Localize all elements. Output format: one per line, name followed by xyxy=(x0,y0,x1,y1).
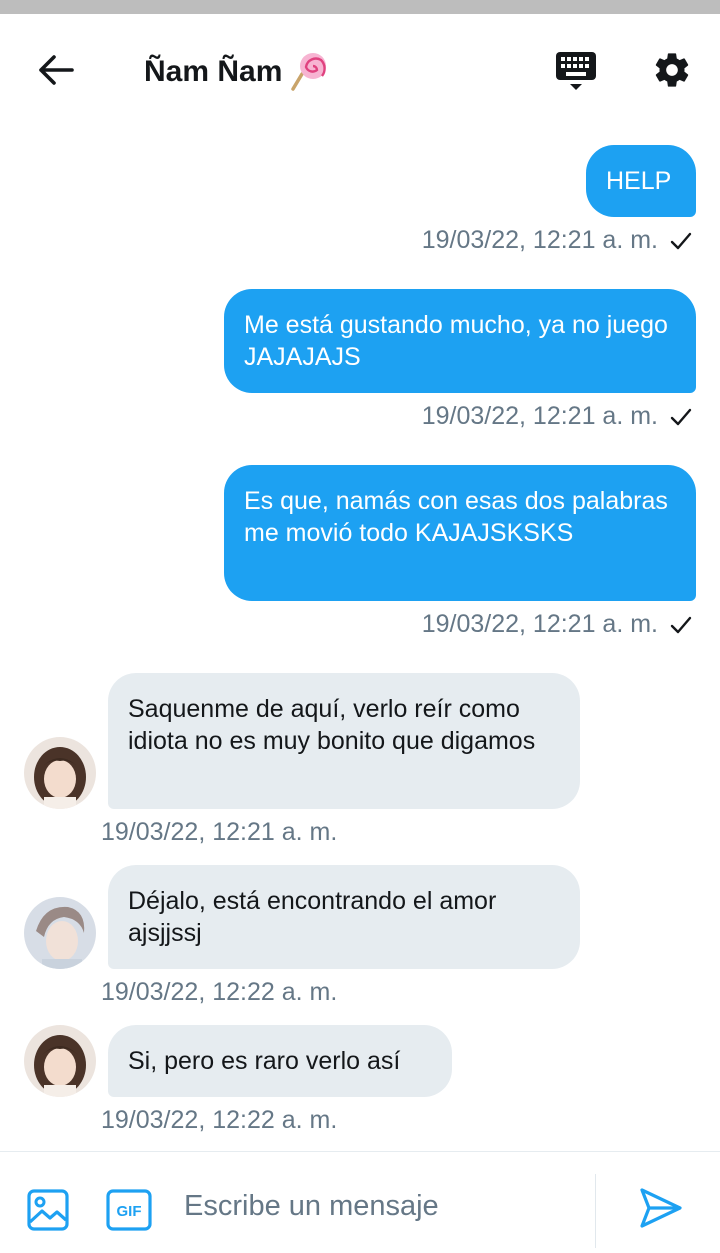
check-icon xyxy=(670,232,692,249)
avatar[interactable] xyxy=(24,737,96,809)
add-media-button[interactable] xyxy=(26,1188,70,1232)
avatar[interactable] xyxy=(24,897,96,969)
send-button[interactable] xyxy=(638,1186,688,1232)
message-text: Es que, namás con esas dos palabras me m… xyxy=(244,487,668,547)
message-input[interactable]: Escribe un mensaje xyxy=(184,1190,439,1223)
message-bubble-sent[interactable]: HELP xyxy=(586,145,696,217)
status-bar xyxy=(0,0,720,14)
message-bubble-sent[interactable]: Me está gustando mucho, ya no juego JAJA… xyxy=(224,289,696,393)
check-icon xyxy=(670,616,692,633)
gif-icon: GIF xyxy=(106,1189,152,1231)
message-text: Saquenme de aquí, verlo reír como idiota… xyxy=(128,695,536,755)
lollipop-icon xyxy=(291,53,327,91)
avatar-photo xyxy=(24,897,96,969)
avatar-photo xyxy=(24,737,96,809)
gif-button[interactable]: GIF xyxy=(106,1189,152,1231)
message-text: Me está gustando mucho, ya no juego JAJA… xyxy=(244,311,668,371)
conversation-title[interactable]: Ñam Ñam xyxy=(144,52,328,92)
keyboard-button[interactable] xyxy=(552,50,600,94)
arrow-left-icon xyxy=(39,55,74,85)
avatar[interactable] xyxy=(24,1025,96,1097)
message-timestamp: 19/03/22, 12:21 a. m. xyxy=(422,402,694,431)
message-text: Déjalo, está encontrando el amor ajsjjss… xyxy=(128,887,497,947)
message-text: Si, pero es raro verlo así xyxy=(128,1047,401,1075)
back-button[interactable] xyxy=(30,48,82,92)
conversation-header: Ñam Ñam xyxy=(0,14,720,126)
avatar-photo xyxy=(24,1025,96,1097)
message-bubble-received[interactable]: Saquenme de aquí, verlo reír como idiota… xyxy=(108,673,580,809)
message-timestamp: 19/03/22, 12:21 a. m. xyxy=(422,226,694,255)
message-composer: GIF Escribe un mensaje xyxy=(0,1151,720,1253)
conversation-title-text: Ñam Ñam xyxy=(144,55,283,88)
message-timestamp: 19/03/22, 12:22 a. m. xyxy=(101,1106,338,1134)
message-timestamp: 19/03/22, 12:21 a. m. xyxy=(422,610,694,639)
message-bubble-sent[interactable]: Es que, namás con esas dos palabras me m… xyxy=(224,465,696,601)
keyboard-icon xyxy=(556,52,596,90)
composer-divider xyxy=(595,1174,596,1248)
message-timestamp: 19/03/22, 12:21 a. m. xyxy=(101,818,338,846)
gear-icon xyxy=(655,53,689,87)
message-timestamp: 19/03/22, 12:22 a. m. xyxy=(101,978,338,1006)
message-text: HELP xyxy=(606,167,672,195)
gif-label: GIF xyxy=(117,1203,142,1220)
message-bubble-received[interactable]: Déjalo, está encontrando el amor ajsjjss… xyxy=(108,865,580,969)
clipped-previous-message: ' . xyxy=(210,112,295,132)
image-icon xyxy=(27,1189,69,1231)
check-icon xyxy=(670,408,692,425)
send-icon xyxy=(640,1188,682,1228)
settings-button[interactable] xyxy=(648,46,696,94)
message-bubble-received[interactable]: Si, pero es raro verlo así xyxy=(108,1025,452,1097)
